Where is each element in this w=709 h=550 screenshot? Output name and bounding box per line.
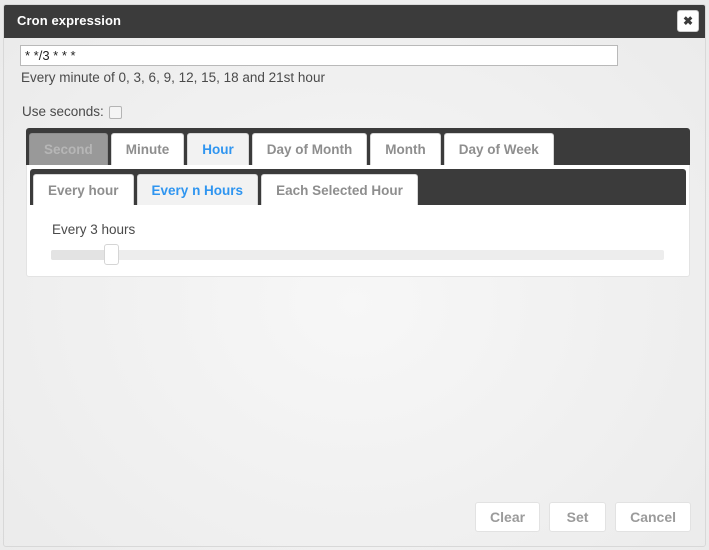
- unit-tab-list: Second Minute Hour Day of Month Month Day of …: [26, 128, 557, 165]
- tab-unit-second: Second: [29, 133, 108, 165]
- tab-label: Every n Hours: [151, 182, 244, 198]
- cancel-button[interactable]: Cancel: [615, 502, 691, 532]
- tab-label: Day of Week: [458, 142, 539, 157]
- close-icon[interactable]: ✖: [677, 10, 699, 32]
- hour-mode-tabbar: Every hour Every n Hours Each Selected Hou…: [30, 169, 686, 205]
- tab-unit-month[interactable]: Month: [370, 133, 441, 165]
- close-glyph: ✖: [682, 14, 694, 28]
- tab-label: Hour: [202, 142, 234, 157]
- tab-unit-minute[interactable]: Minute: [110, 133, 185, 165]
- cron-expression-description: Every minute of 0, 3, 6, 9, 12, 15, 18 a…: [21, 70, 325, 85]
- tab-label: Minute: [125, 142, 170, 157]
- tab-label: Each Selected Hour: [276, 182, 403, 198]
- dialog-title: Cron expression: [17, 13, 122, 28]
- every-n-hours-panel: Every 3 hours: [30, 205, 686, 269]
- dialog-titlebar: Cron expression ✖: [4, 5, 705, 38]
- cron-expression-input[interactable]: [20, 45, 618, 66]
- tab-label: Every hour: [48, 182, 119, 198]
- tab-unit-hour[interactable]: Hour: [187, 133, 249, 165]
- unit-tabbar: Second Minute Hour Day of Month Month Day of …: [26, 128, 690, 165]
- tab-hourmode-every-n-hours[interactable]: Every n Hours: [136, 174, 259, 205]
- tab-label: Month: [385, 142, 426, 157]
- clear-button[interactable]: Clear: [475, 502, 541, 532]
- tab-unit-day-of-week[interactable]: Day of Week: [443, 133, 554, 165]
- every-n-hours-label: Every 3 hours: [52, 222, 136, 237]
- tab-label: Day of Month: [266, 142, 353, 157]
- set-button[interactable]: Set: [549, 502, 607, 532]
- slider-fill: [51, 250, 104, 260]
- hour-mode-tab-list: Every hour Every n Hours Each Selected Hou…: [30, 169, 421, 205]
- cron-expression-dialog: Cron expression ✖ Every minute of 0, 3, …: [3, 4, 706, 547]
- every-n-hours-slider[interactable]: [51, 244, 664, 265]
- tab-unit-day-of-month[interactable]: Day of Month: [251, 133, 368, 165]
- use-seconds-checkbox[interactable]: [108, 106, 122, 119]
- slider-handle[interactable]: [103, 244, 119, 265]
- tab-label: Second: [44, 142, 93, 157]
- tab-hourmode-every-hour[interactable]: Every hour: [33, 174, 134, 205]
- dialog-footer: Clear Set Cancel: [475, 502, 691, 532]
- tab-hourmode-each-selected-hour[interactable]: Each Selected Hour: [261, 174, 418, 205]
- use-seconds-label: Use seconds:: [22, 104, 104, 119]
- use-seconds-row: Use seconds:: [22, 104, 122, 119]
